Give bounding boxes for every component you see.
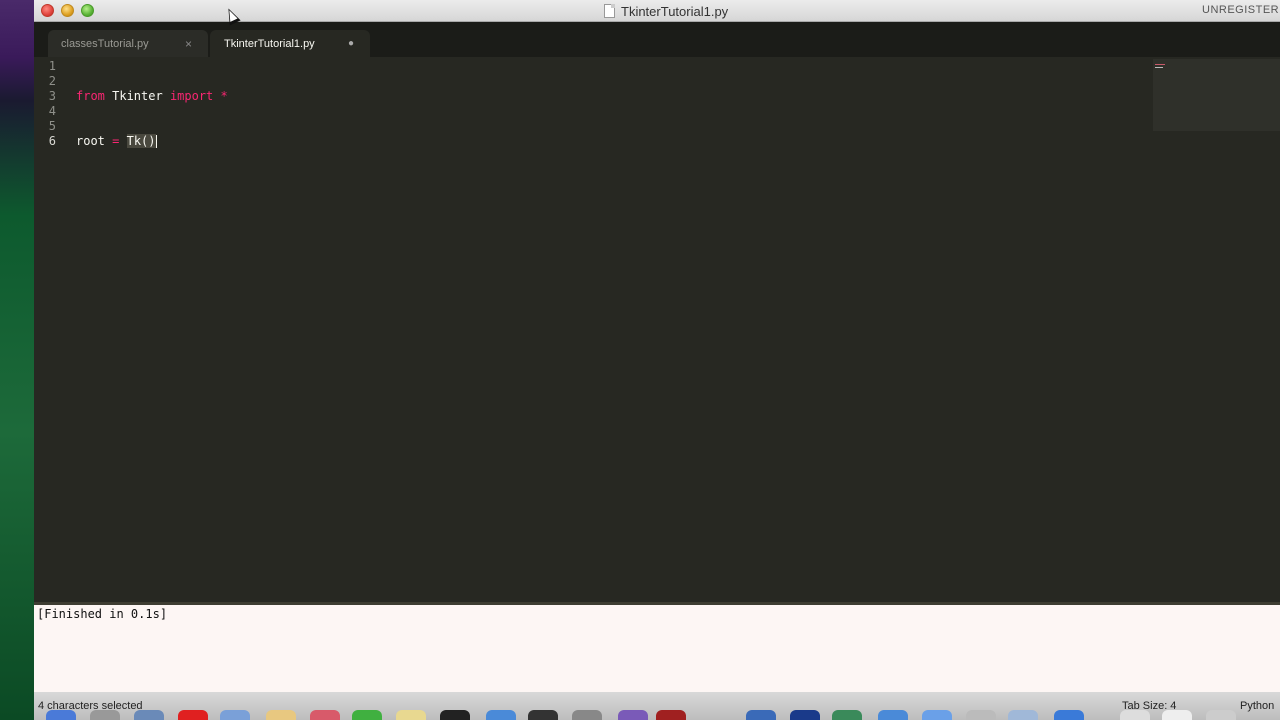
app-icon[interactable] <box>832 710 862 720</box>
minimap[interactable] <box>1153 59 1280 131</box>
app-icon[interactable] <box>922 710 952 720</box>
unsaved-dot-icon[interactable]: ● <box>348 38 354 49</box>
tab-bar: classesTutorial.py × TkinterTutorial1.py… <box>34 22 1280 57</box>
line-number-current: 6 <box>48 134 56 148</box>
keyword-from: from <box>76 89 105 103</box>
app-icon[interactable] <box>1120 710 1150 720</box>
window-title-text: TkinterTutorial1.py <box>621 3 729 19</box>
app-icon[interactable] <box>352 710 382 720</box>
app-icon[interactable] <box>310 710 340 720</box>
app-icon[interactable] <box>746 710 776 720</box>
tab-tkinter-tutorial[interactable]: TkinterTutorial1.py ● <box>210 30 370 57</box>
app-icon[interactable] <box>486 710 516 720</box>
module-name: Tkinter <box>104 89 170 103</box>
app-icon[interactable] <box>572 710 602 720</box>
unregistered-label: UNREGISTERED <box>1202 4 1280 16</box>
build-output-panel: [Finished in 0.1s] <box>34 605 1280 692</box>
keyword-import: import <box>169 89 214 103</box>
variable-name: root <box>76 134 105 148</box>
close-tab-icon[interactable]: × <box>185 37 192 51</box>
app-icon[interactable] <box>266 710 296 720</box>
text-cursor <box>155 135 157 148</box>
document-icon <box>604 4 615 18</box>
app-icon[interactable] <box>90 710 120 720</box>
app-icon[interactable] <box>396 710 426 720</box>
app-icon[interactable] <box>1054 710 1084 720</box>
minimize-window-icon[interactable] <box>61 4 74 17</box>
code-line-6: root = Tk() <box>76 134 157 149</box>
app-icon[interactable] <box>134 710 164 720</box>
import-star: * <box>213 89 228 103</box>
tab-label: TkinterTutorial1.py <box>224 37 315 50</box>
finder-icon[interactable] <box>46 710 76 720</box>
code-editor[interactable]: 1 2 3 4 5 6 from Tkinter import * root =… <box>34 57 1280 602</box>
title-bar[interactable]: TkinterTutorial1.py UNREGISTERED <box>34 0 1280 22</box>
line-number: 2 <box>48 74 56 88</box>
app-icon[interactable] <box>618 710 648 720</box>
app-icon[interactable] <box>178 710 208 720</box>
minimap-line <box>1155 67 1163 68</box>
terminal-icon[interactable] <box>528 710 558 720</box>
app-icon[interactable] <box>656 710 686 720</box>
app-icon[interactable] <box>1162 710 1192 720</box>
tab-label: classesTutorial.py <box>61 37 149 50</box>
line-number: 1 <box>48 59 56 73</box>
minimap-line <box>1155 64 1165 65</box>
line-number: 4 <box>48 104 56 118</box>
dock <box>34 710 1280 720</box>
tab-classes-tutorial[interactable]: classesTutorial.py × <box>48 30 208 57</box>
sublime-text-window: TkinterTutorial1.py UNREGISTERED classes… <box>34 0 1280 720</box>
app-icon[interactable] <box>966 710 996 720</box>
build-output-text: [Finished in 0.1s] <box>37 607 168 621</box>
line-number: 5 <box>48 119 56 133</box>
app-icon[interactable] <box>878 710 908 720</box>
selected-call: Tk() <box>126 134 156 148</box>
app-icon[interactable] <box>790 710 820 720</box>
app-icon[interactable] <box>1206 710 1236 720</box>
app-icon[interactable] <box>220 710 250 720</box>
desktop-background <box>0 0 34 720</box>
assign-operator: = <box>104 134 127 148</box>
app-icon[interactable] <box>1008 710 1038 720</box>
close-window-icon[interactable] <box>41 4 54 17</box>
line-number: 3 <box>48 89 56 103</box>
window-title: TkinterTutorial1.py <box>604 3 728 19</box>
code-line-3: from Tkinter import * <box>76 89 228 104</box>
zoom-window-icon[interactable] <box>81 4 94 17</box>
app-icon[interactable] <box>440 710 470 720</box>
